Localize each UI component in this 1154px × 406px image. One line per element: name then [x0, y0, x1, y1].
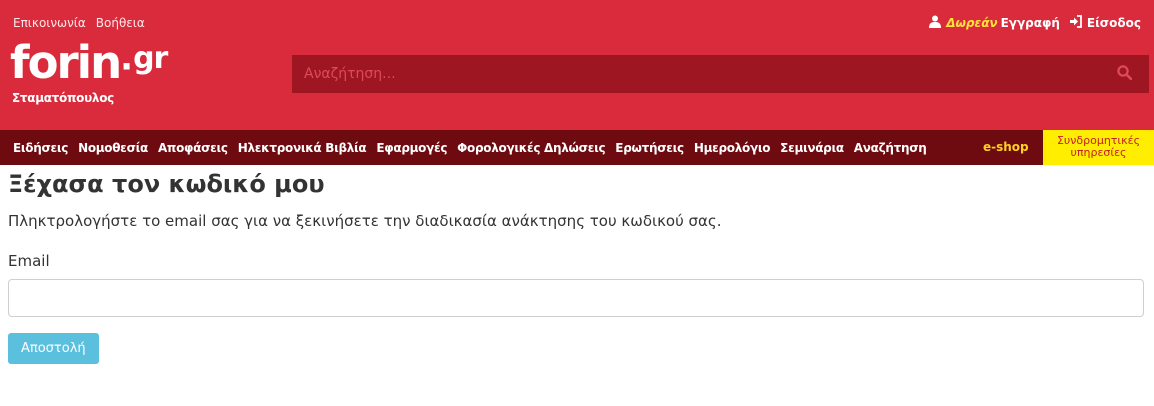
main-nav: Ειδήσεις Νομοθεσία Αποφάσεις Ηλεκτρονικά… — [0, 130, 1154, 165]
subscriptions-line2: υπηρεσίες — [1070, 146, 1127, 159]
email-label: Email — [8, 252, 50, 270]
nav-item-legislation[interactable]: Νομοθεσία — [73, 141, 153, 155]
sign-in-icon — [1069, 15, 1082, 31]
logo-dot: · — [120, 47, 134, 87]
register-link[interactable]: Εγγραφή — [1001, 16, 1060, 30]
site-header: Επικοινωνία Βοήθεια Δωρεάν Εγγραφή Είσοδ… — [0, 0, 1154, 130]
site-logo[interactable]: forin·gr Σταματόπουλος — [10, 40, 168, 105]
logo-main: forin — [10, 36, 122, 89]
nav-item-calendar[interactable]: Ημερολόγιο — [689, 141, 775, 155]
logo-subtitle: Σταματόπουλος — [12, 91, 114, 105]
user-icon — [929, 15, 942, 31]
login-link[interactable]: Είσοδος — [1087, 16, 1141, 30]
nav-item-ebooks[interactable]: Ηλεκτρονικά Βιβλία — [233, 141, 372, 155]
email-field[interactable] — [8, 279, 1144, 317]
intro-text: Πληκτρολογήστε το email σας για να ξεκιν… — [8, 212, 722, 230]
nav-item-news[interactable]: Ειδήσεις — [8, 141, 73, 155]
main-content: Ξέχασα τον κωδικό μου Πληκτρολογήστε το … — [8, 170, 1144, 364]
search-input[interactable] — [292, 55, 1099, 93]
nav-item-tax-returns[interactable]: Φορολογικές Δηλώσεις — [452, 141, 610, 155]
search-button[interactable] — [1099, 55, 1149, 93]
help-link[interactable]: Βοήθεια — [96, 16, 145, 30]
account-links: Δωρεάν Εγγραφή Είσοδος — [929, 15, 1141, 31]
page-title: Ξέχασα τον κωδικό μου — [8, 170, 325, 198]
nav-item-search[interactable]: Αναζήτηση — [849, 141, 932, 155]
contact-link[interactable]: Επικοινωνία — [13, 16, 86, 30]
nav-item-eshop[interactable]: e-shop — [983, 140, 1029, 154]
nav-item-questions[interactable]: Ερωτήσεις — [610, 141, 689, 155]
search-icon — [1116, 64, 1132, 84]
top-links: Επικοινωνία Βοήθεια — [13, 16, 145, 30]
free-label[interactable]: Δωρεάν — [946, 16, 997, 30]
nav-item-seminars[interactable]: Σεμινάρια — [775, 141, 849, 155]
logo-suffix: gr — [133, 41, 168, 76]
subscriptions-button[interactable]: Συνδρομητικές υπηρεσίες — [1043, 130, 1154, 165]
search-bar — [292, 55, 1149, 93]
nav-item-decisions[interactable]: Αποφάσεις — [153, 141, 233, 155]
submit-button[interactable]: Αποστολή — [8, 333, 99, 364]
nav-item-applications[interactable]: Εφαρμογές — [371, 141, 452, 155]
